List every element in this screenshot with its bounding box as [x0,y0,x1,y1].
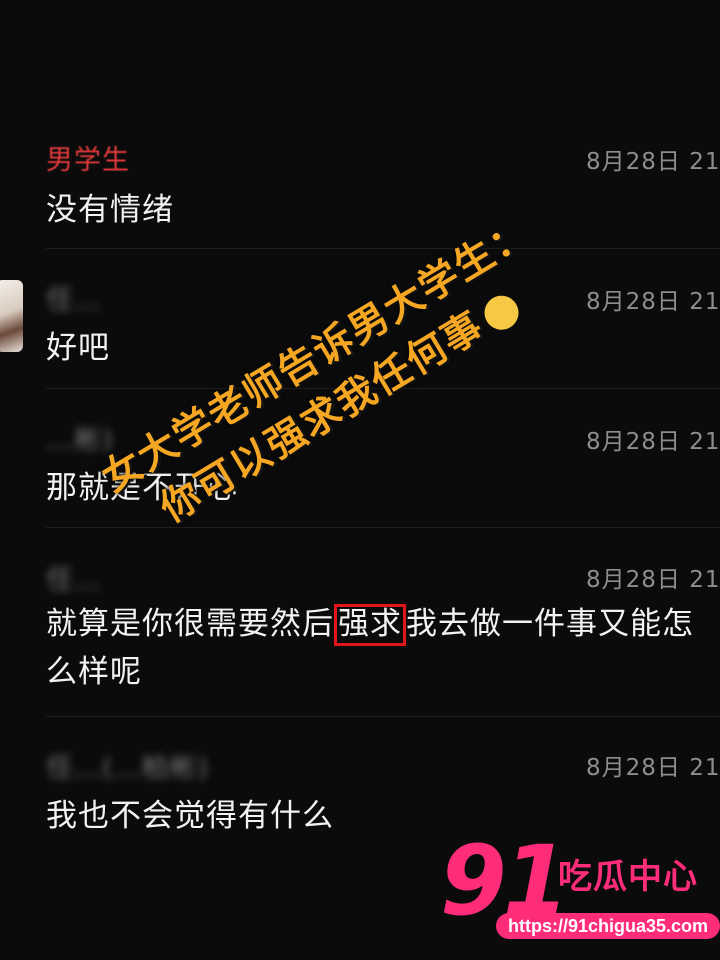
logo-url: https://91chigua35.com [496,913,720,939]
sender-name: 任… [46,565,102,596]
man-shrugging-icon [477,288,525,336]
message-text: 就算是你很需要然后 强求 我去做一件事又能怎 [46,598,694,646]
watermark-logo: 91 吃瓜中心 https://91chigua35.com [440,825,720,960]
highlight-box: 强求 [334,604,406,646]
divider [46,716,720,717]
message-text-start: 就算是你很需要然后 [46,606,334,642]
overlay-caption: 女大学老师告诉男大学生： 你可以强求我任何事 [90,146,662,551]
avatar[interactable] [0,280,23,352]
overlay-line-2: 你可以强求我任何事 [148,194,662,534]
message-time: 8月28日 21 [586,429,720,455]
logo-name: 吃瓜中心 [558,857,698,897]
message-time: 8月28日 21 [586,289,720,315]
message-text-end: 我去做一件事又能怎 [406,606,694,642]
sender-name: 任…(…柏彬) [46,753,210,784]
message-time: 8月28日 21 [586,567,720,593]
message-text: 好吧 [46,330,110,366]
message-text-line2: 么样呢 [46,654,142,690]
message-time: 8月28日 21 [586,755,720,781]
message-text: 我也不会觉得有什么 [46,798,334,834]
message-text: 没有情绪 [46,192,174,228]
sender-name: 男学生 [46,145,130,176]
sender-name: 任… [46,285,102,316]
